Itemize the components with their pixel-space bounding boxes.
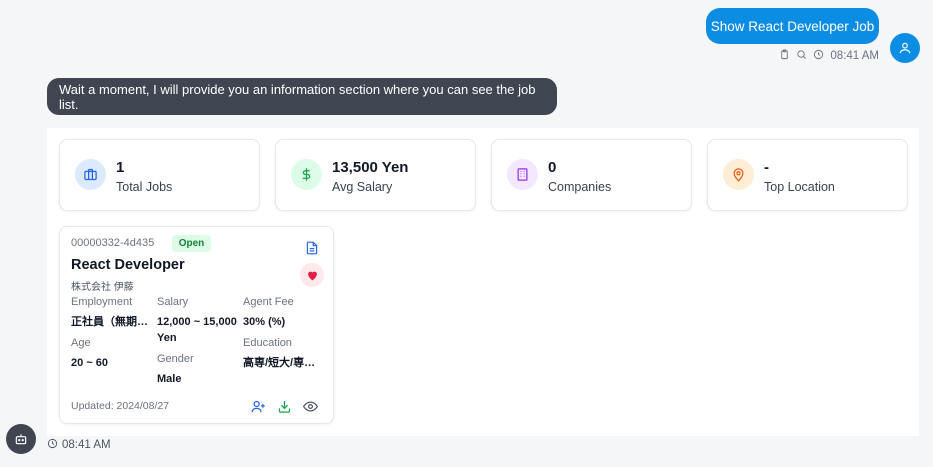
field-label: Agent Fee: [243, 296, 294, 308]
briefcase-icon: [75, 159, 106, 190]
field-label: Gender: [157, 353, 194, 365]
field-label: Education: [243, 337, 292, 349]
employment-field: Employment 正社員（無期雇用）: [71, 296, 153, 330]
view-icon[interactable]: [302, 399, 319, 415]
stat-label: Total Jobs: [116, 180, 173, 194]
updated-date: Updated: 2024/08/27: [71, 400, 170, 412]
job-id: 00000332-4d435: [71, 237, 155, 249]
user-message-time: 08:41 AM: [830, 50, 879, 62]
stat-card-avg-salary: 13,500 Yen Avg Salary: [275, 139, 476, 211]
job-title[interactable]: React Developer: [71, 257, 185, 273]
education-field: Education 高専/短大/専門学校卒以上: [243, 337, 325, 371]
stat-card-companies: 0 Companies: [491, 139, 692, 211]
agent-fee-field: Agent Fee 30% (%): [243, 296, 325, 330]
job-info-panel: 1 Total Jobs 13,500 Yen Avg Salary 0 Com…: [47, 128, 919, 436]
field-value: 20 ~ 60: [71, 357, 109, 369]
user-message-bubble: Show React Developer Job: [706, 8, 879, 44]
robot-icon: [15, 434, 27, 445]
stat-value: 13,500 Yen: [332, 159, 409, 176]
stat-value: -: [764, 159, 769, 176]
download-icon[interactable]: [277, 399, 293, 415]
map-pin-icon: [723, 159, 754, 190]
stat-card-total-jobs: 1 Total Jobs: [59, 139, 260, 211]
search-icon[interactable]: [796, 49, 807, 63]
field-label: Employment: [71, 296, 133, 308]
bot-avatar: [6, 424, 36, 454]
salary-field: Salary 12,000 ~ 15,000 Yen: [157, 296, 237, 346]
user-message-meta: 08:41 AM: [779, 49, 879, 63]
company-name: 株式会社 伊藤: [71, 282, 134, 293]
field-value: 正社員（無期雇用）: [71, 316, 153, 328]
clock-icon: [47, 438, 58, 452]
gender-field: Gender Male: [157, 353, 239, 387]
stat-value: 0: [548, 159, 557, 176]
add-candidate-icon[interactable]: [251, 399, 267, 415]
document-icon[interactable]: [305, 241, 319, 255]
field-label: Age: [71, 337, 91, 349]
status-badge: Open: [172, 235, 211, 252]
job-card[interactable]: 00000332-4d435 Open React Developer 株式会社…: [59, 226, 334, 424]
bot-message-meta: 08:41 AM: [47, 438, 111, 452]
dollar-icon: [291, 159, 322, 190]
favorite-button[interactable]: [300, 263, 324, 287]
heart-icon: [307, 271, 317, 280]
age-field: Age 20 ~ 60: [71, 337, 153, 371]
field-value: 高専/短大/専門学校卒以上: [243, 357, 325, 369]
stat-label: Avg Salary: [332, 180, 393, 194]
user-icon: [899, 42, 911, 54]
user-avatar: [890, 33, 920, 63]
bot-message-time: 08:41 AM: [62, 439, 111, 451]
field-value: Male: [157, 373, 182, 385]
stat-label: Companies: [548, 180, 612, 194]
field-label: Salary: [157, 296, 189, 308]
clock-icon: [813, 49, 824, 63]
field-value: 12,000 ~ 15,000 Yen: [157, 316, 237, 344]
stat-card-top-location: - Top Location: [707, 139, 908, 211]
building-icon: [507, 159, 538, 190]
stat-value: 1: [116, 159, 125, 176]
bot-message-bubble: Wait a moment, I will provide you an inf…: [47, 78, 557, 115]
field-value: 30% (%): [243, 316, 286, 328]
clipboard-icon[interactable]: [779, 49, 790, 63]
stat-label: Top Location: [764, 180, 835, 194]
